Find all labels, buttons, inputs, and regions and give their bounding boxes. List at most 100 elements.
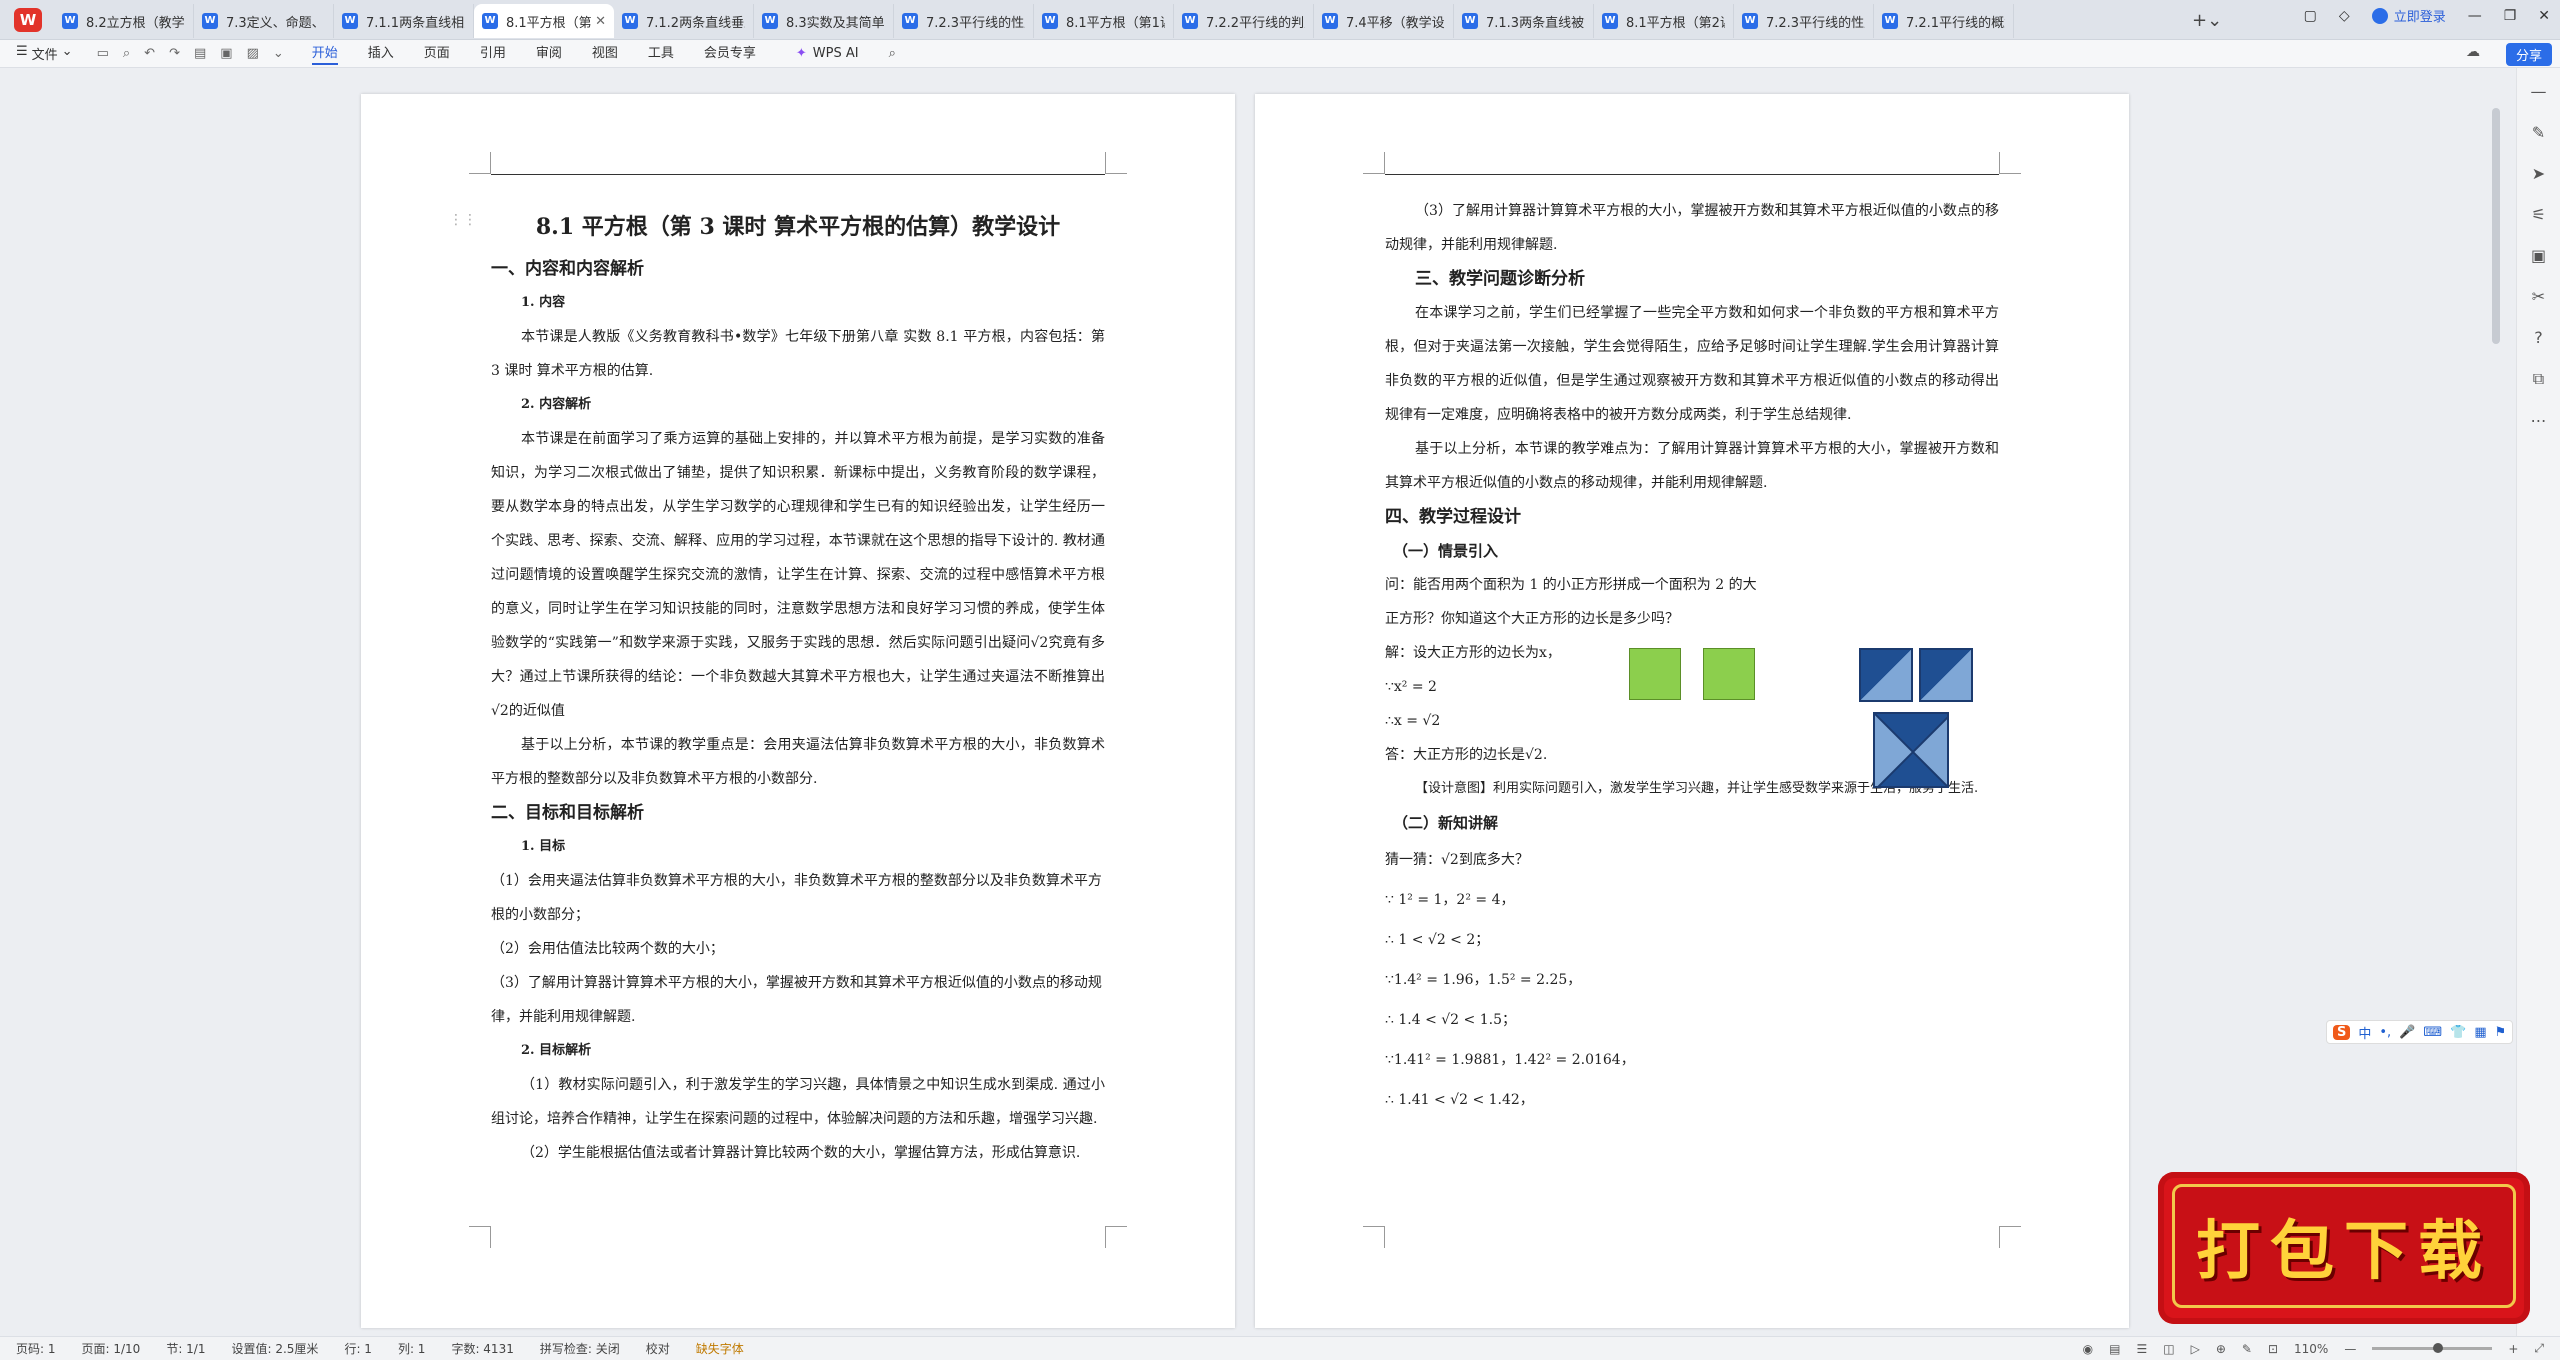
tab-document[interactable]: W 7.1.3两条直线被第三 [1454,4,1594,38]
image-icon[interactable]: ▨ [247,46,259,61]
ribbon-tab[interactable]: 页面 [424,42,450,65]
ribbon-tab[interactable]: 引用 [480,42,506,65]
ribbon-tab[interactable]: 会员专享 [704,42,756,65]
ribbon-tab[interactable]: 工具 [648,42,674,65]
share-button[interactable]: 分享 [2505,43,2552,66]
minimize-button[interactable]: — [2468,8,2482,24]
fullscreen-icon[interactable]: ⤢ [2534,1341,2544,1356]
ime-mode[interactable]: 中 [2358,1023,2371,1042]
play-icon[interactable]: ▷ [2191,1342,2200,1356]
punctuation-icon[interactable]: •, [2379,1025,2391,1040]
zoom-level[interactable]: 110% [2294,1342,2328,1356]
status-words[interactable]: 字数: 4131 [451,1340,513,1357]
tab-label: 7.2.1平行线的概念 [1906,15,2005,31]
file-menu[interactable]: ☰ 文件 ⌄ [16,44,73,63]
web-view-icon[interactable]: ◫ [2163,1342,2174,1356]
status-proof[interactable]: 校对 [646,1340,670,1357]
settings-sliders-icon[interactable]: ⚟ [2531,205,2545,224]
restore-button[interactable]: ❐ [2504,8,2517,24]
tab-document[interactable]: W 7.2.3平行线的性质 [894,4,1034,38]
tab-document[interactable]: W 8.1平方根（第3 ✕ [474,4,614,38]
ribbon-tab[interactable]: 插入 [368,42,394,65]
math-line: ∴ 1.4 < √2 < 1.5； [1385,1012,1516,1028]
collapse-icon[interactable]: — [2531,82,2547,101]
tab-label: 7.1.3两条直线被第三 [1486,15,1585,31]
outline-icon[interactable]: ☰ [2136,1342,2147,1356]
ribbon-tab[interactable]: 审阅 [536,42,562,65]
close-tab-icon[interactable]: ✕ [595,14,606,29]
word-doc-icon: W [1042,13,1058,29]
image-tool-icon[interactable]: ▣ [2531,246,2546,265]
tab-document[interactable]: W 7.2.2平行线的判定 [1174,4,1314,38]
status-col[interactable]: 列: 1 [398,1340,426,1357]
ime-toolbar[interactable]: S 中 •, 🎤 ⌨ 👕 ▦ ⚑ [2326,1020,2514,1044]
redo-icon[interactable]: ↷ [169,46,180,61]
tab-document[interactable]: W 8.1平方根（第1课时 [1034,4,1174,38]
save-icon[interactable]: ▭ [97,46,109,61]
export-icon[interactable]: ▣ [220,46,232,61]
tab-label: 7.2.2平行线的判定 [1206,15,1305,31]
tab-document[interactable]: W 7.2.3平行线的性质 [1734,4,1874,38]
zoom-out-button[interactable]: — [2344,1342,2356,1356]
zoom-slider[interactable] [2372,1343,2493,1353]
page-view-icon[interactable]: ▤ [2109,1342,2120,1356]
tab-document[interactable]: W 7.1.1两条直线相交 [334,4,474,38]
grid-icon[interactable]: ▦ [2474,1025,2486,1040]
status-page-code[interactable]: 页码: 1 [16,1340,56,1357]
status-section[interactable]: 节: 1/1 [166,1340,205,1357]
eye-icon[interactable]: ◉ [2083,1342,2093,1356]
fit-icon[interactable]: ⊡ [2268,1342,2278,1356]
tab-document[interactable]: W 8.1平方根（第2课时 [1594,4,1734,38]
status-row[interactable]: 行: 1 [344,1340,372,1357]
tab-document[interactable]: W 8.2立方根（教学设计 [54,4,194,38]
crop-mark [1999,1226,2021,1248]
green-square [1629,648,1681,700]
vertical-scrollbar[interactable] [2492,108,2500,344]
page-body[interactable]: 8.1 平方根（第 3 课时 算术平方根的估算）教学设计 一、内容和内容解析 1… [491,202,1105,1170]
tab-document[interactable]: W 8.3实数及其简单运算 [754,4,894,38]
more-icon[interactable]: ⌄ [273,46,284,61]
search-icon[interactable]: ⌕ [889,46,896,61]
undo-icon[interactable]: ↶ [144,46,155,61]
skin-icon[interactable]: 👕 [2450,1025,2466,1040]
tool-icon[interactable]: ⚑ [2495,1025,2507,1040]
wps-ai-label: WPS AI [812,46,859,61]
globe-icon[interactable]: ⊕ [2216,1342,2226,1356]
tab-document[interactable]: W 7.4平移（教学设计） [1314,4,1454,38]
download-banner[interactable]: 打包下载 [2158,1172,2530,1324]
microphone-icon[interactable]: 🎤 [2399,1025,2415,1040]
wps-ai-button[interactable]: ✦ WPS AI [796,46,859,61]
pointer-icon[interactable]: ➤ [2532,164,2545,183]
help-icon[interactable]: ? [2534,328,2543,347]
tab-document[interactable]: W 7.2.1平行线的概念 [1874,4,2014,38]
zoom-slider-knob[interactable] [2432,1343,2443,1353]
close-button[interactable]: ✕ [2538,8,2550,24]
format-painter-icon[interactable]: ⌕ [123,46,130,61]
status-spell[interactable]: 拼写检查: 关闭 [540,1340,620,1357]
tab-document[interactable]: W 7.1.2两条直线垂直 [614,4,754,38]
edit-icon[interactable]: ✎ [2532,123,2545,142]
tools-icon[interactable]: ✂ [2532,287,2545,306]
paragraph: 基于以上分析，本节课的教学难点为：了解用计算器计算算术平方根的大小，掌握被开方数… [1385,441,1999,491]
document-title: 8.1 平方根（第 3 课时 算术平方根的估算）教学设计 [535,214,1061,240]
cube-icon[interactable]: ◇ [2339,8,2350,24]
ribbon-tab[interactable]: 开始 [311,42,338,65]
keyboard-icon[interactable]: ⌨ [2423,1025,2442,1040]
pen-icon[interactable]: ✎ [2242,1342,2252,1356]
wps-logo[interactable]: W [14,8,42,32]
print-icon[interactable]: ▤ [194,46,206,61]
new-tab-button[interactable]: +⌄ [2192,10,2222,31]
status-setting[interactable]: 设置值: 2.5厘米 [231,1340,318,1357]
cloud-sync-icon[interactable]: ☁ [2466,44,2480,60]
more-icon[interactable]: ⋯ [2531,411,2547,430]
zoom-in-button[interactable]: + [2508,1342,2518,1356]
layout-icon[interactable]: ▢ [2304,8,2317,24]
status-missing-font[interactable]: 缺失字体 [696,1340,744,1357]
login-button[interactable]: 立即登录 [2371,6,2446,25]
drag-handle-icon[interactable]: ⋮⋮ [449,212,477,228]
status-page[interactable]: 页面: 1/10 [82,1340,141,1357]
tab-document[interactable]: W 7.3定义、命题、定理 [194,4,334,38]
present-icon[interactable]: ⧉ [2533,369,2544,389]
split-square [1859,648,1913,702]
ribbon-tab[interactable]: 视图 [592,42,618,65]
